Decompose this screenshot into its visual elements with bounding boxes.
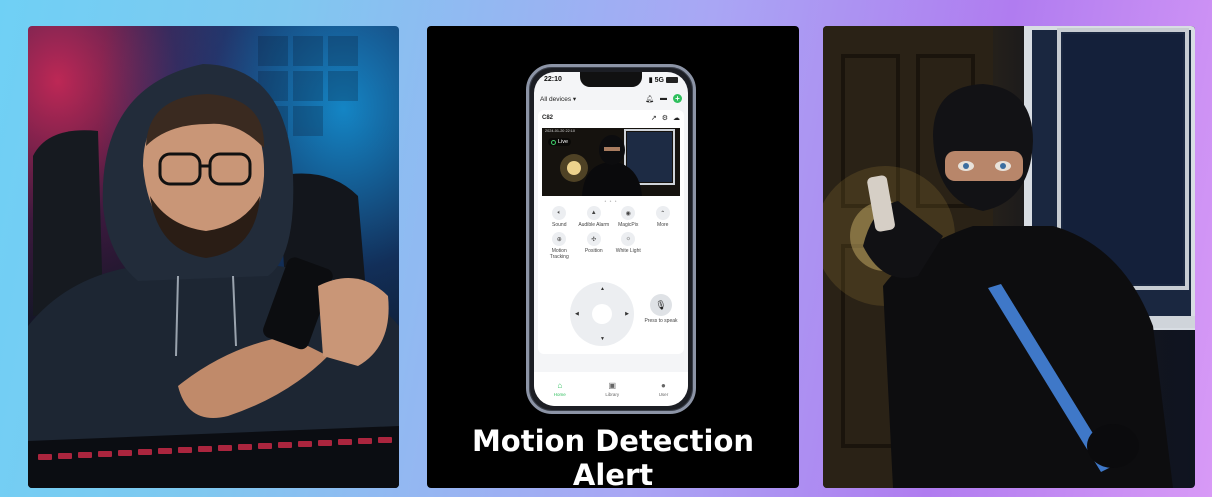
feature-caption: Motion Detection Alert [471,424,755,488]
control-motion-tracking[interactable]: ⊕ Motion Tracking [542,232,577,260]
camera-controls: 🔈︎ Sound ▲ Audible Alarm ◉ MagicPix ⌃ Mo… [542,206,680,260]
motion-tracking-icon: ⊕ [552,232,567,246]
hooded-man-photo [28,26,399,488]
dpad-center [592,304,612,324]
hooded-man-illustration [28,36,399,488]
device-name: C82 [542,115,554,121]
tab-user[interactable]: ● User [659,381,669,397]
control-sound[interactable]: 🔈︎ Sound [542,206,577,228]
position-icon: ✣ [586,232,601,246]
arrow-up-icon[interactable]: ▲ [600,286,605,292]
microphone-icon: 🎙︎ [655,299,667,310]
device-filter-dropdown[interactable]: All devices ▾ [540,95,576,103]
chevron-up-icon: ⌃ [655,206,670,220]
device-header: C82 ↗ ⚙ ☁ [542,114,680,122]
control-white-light[interactable]: ☼ White Light [611,232,646,260]
control-magicpix[interactable]: ◉ MagicPix [611,206,646,228]
user-icon: ● [661,381,666,390]
burglar-photo [823,26,1195,488]
light-bulb-icon: ☼ [621,232,636,246]
settings-icon[interactable]: ⚙ [662,114,668,122]
bell-icon[interactable]: 🔔︎ [645,95,654,103]
bottom-tab-bar: ⌂ Home ▣ Library ● User [534,372,688,406]
press-to-speak-label: Press to speak [644,318,678,324]
microphone-button[interactable]: 🎙︎ [650,294,672,316]
arrow-left-icon[interactable]: ◀ [575,311,579,317]
tab-library[interactable]: ▣ Library [605,381,619,397]
share-icon[interactable]: ↗ [651,114,657,122]
tab-home[interactable]: ⌂ Home [554,381,566,397]
smartphone-frame: 22:10 ▮ 5G All devices ▾ 🔔︎ ▬ + C82 ↗ ⚙ … [526,64,696,414]
add-device-button[interactable]: + [673,94,682,103]
battery-icon [666,77,678,83]
status-bar: 22:10 ▮ 5G [544,76,678,84]
library-icon: ▣ [608,381,617,390]
live-camera-feed[interactable]: 2024-01-20 22:10 Live [542,128,680,196]
ptz-direction-pad[interactable]: ▲ ▼ ◀ ▶ [570,282,634,346]
control-audible-alarm[interactable]: ▲ Audible Alarm [577,206,612,228]
speaker-icon: 🔈︎ [552,206,567,220]
arrow-right-icon[interactable]: ▶ [625,311,629,317]
magicpix-icon: ◉ [621,206,636,220]
cloud-icon[interactable]: ☁ [673,114,680,122]
feed-timestamp: 2024-01-20 22:10 [545,129,575,133]
signal-icon: ▮ [648,77,653,84]
control-more[interactable]: ⌃ More [646,206,681,228]
siren-icon: ▲ [586,206,601,220]
device-card: C82 ↗ ⚙ ☁ 2024-01-20 22:10 Live • • • 🔈︎… [538,110,684,354]
phone-screen: 22:10 ▮ 5G All devices ▾ 🔔︎ ▬ + C82 ↗ ⚙ … [534,72,688,406]
burglar-illustration [823,26,1195,488]
network-label: 5G [654,76,664,84]
app-top-bar: All devices ▾ 🔔︎ ▬ + [540,94,682,103]
control-position[interactable]: ✣ Position [577,232,612,260]
page-indicator: • • • [604,199,618,205]
live-badge: Live [548,138,572,146]
message-icon[interactable]: ▬ [660,95,667,102]
arrow-down-icon[interactable]: ▼ [600,336,605,342]
status-time: 22:10 [544,76,562,83]
app-showcase-panel: 22:10 ▮ 5G All devices ▾ 🔔︎ ▬ + C82 ↗ ⚙ … [427,26,799,488]
home-icon: ⌂ [557,381,563,390]
